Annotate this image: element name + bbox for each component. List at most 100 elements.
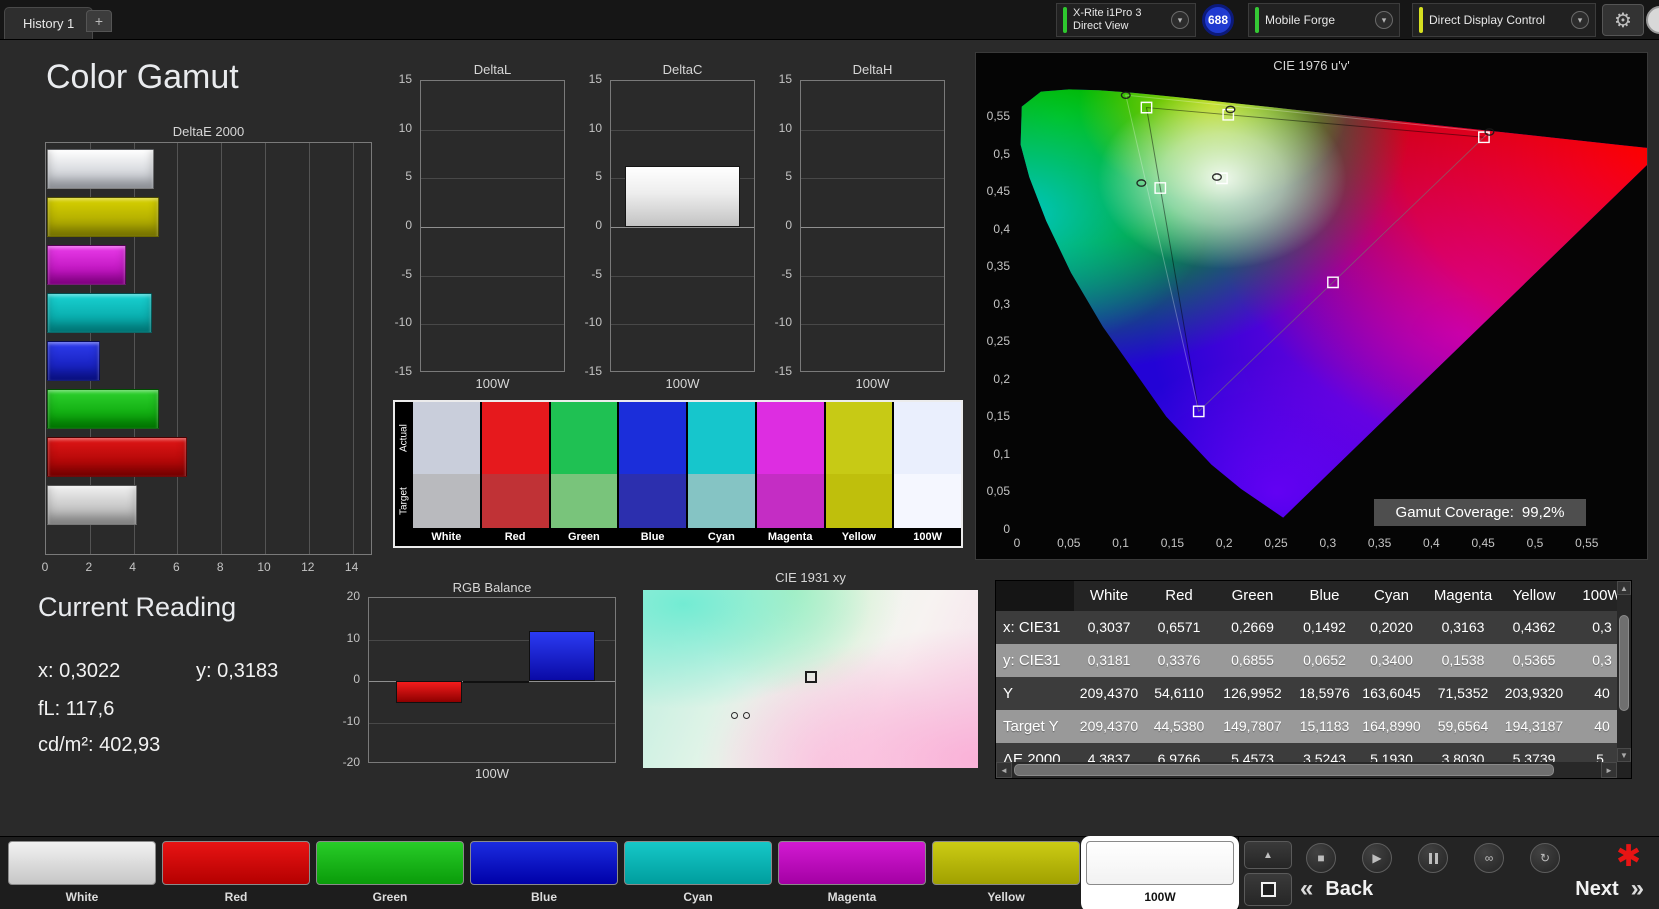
add-history-tab-button[interactable]: + xyxy=(86,10,112,32)
gridline xyxy=(801,178,944,180)
scroll-left-arrow[interactable]: ◄ xyxy=(996,762,1012,778)
actual-swatch xyxy=(619,402,686,474)
patch-button-blue[interactable]: Blue xyxy=(470,841,618,907)
chevron-down-icon[interactable]: ▾ xyxy=(1375,11,1393,29)
cell: 0,0652 xyxy=(1303,652,1346,668)
pattern-window-button[interactable] xyxy=(1244,873,1292,906)
cell: 0,3 xyxy=(1592,652,1612,668)
cell: 40 xyxy=(1594,718,1610,734)
cie1931-plot xyxy=(643,590,978,768)
axis-tick: 0,15 xyxy=(986,409,1010,424)
display-control-status-led xyxy=(1419,7,1423,33)
patch-button-100w[interactable]: 100W xyxy=(1086,841,1234,907)
patch-button-white[interactable]: White xyxy=(8,841,156,907)
infinity-icon: ∞ xyxy=(1484,851,1494,865)
top-bar: History 1 + X-Rite i1Pro 3 Direct View ▾… xyxy=(0,0,1659,40)
patch-button-magenta[interactable]: Magenta xyxy=(778,841,926,907)
gridline xyxy=(177,143,179,554)
gridline xyxy=(221,143,223,554)
display-control-selector[interactable]: Direct Display Control ▾ xyxy=(1412,3,1596,37)
scroll-down-arrow[interactable]: ▼ xyxy=(1617,748,1631,762)
target-swatch xyxy=(894,474,961,528)
cell: 0,4362 xyxy=(1512,619,1556,635)
patch-button-red[interactable]: Red xyxy=(162,841,310,907)
reading-x: x: 0,3022 xyxy=(38,660,121,682)
continuous-read-button[interactable]: ∞ xyxy=(1474,843,1504,873)
chevrons-right-icon: » xyxy=(1630,875,1644,902)
up-chevron-icon: ▲ xyxy=(1263,849,1273,861)
vertical-scroll-thumb[interactable] xyxy=(1619,615,1629,711)
cell: 0,1492 xyxy=(1303,619,1346,635)
vertical-scrollbar[interactable]: ▲ ▼ xyxy=(1617,581,1631,762)
next-button[interactable]: Next » xyxy=(1575,875,1644,902)
gridline xyxy=(421,227,564,228)
gear-icon: ⚙ xyxy=(1614,9,1632,32)
horizontal-scrollbar[interactable]: ◄ ► xyxy=(996,762,1617,778)
patch-label: Yellow xyxy=(987,890,1025,904)
scroll-up-arrow[interactable]: ▲ xyxy=(1617,581,1631,595)
patch-button-cyan[interactable]: Cyan xyxy=(624,841,772,907)
target-swatch xyxy=(688,474,755,528)
stop-button[interactable]: ■ xyxy=(1306,843,1336,873)
patch-button-yellow[interactable]: Yellow xyxy=(932,841,1080,907)
target-swatch xyxy=(756,474,824,528)
axis-tick: -20 xyxy=(342,755,360,769)
cell: 54,6110 xyxy=(1154,685,1204,701)
axis-tick: 0 xyxy=(405,218,412,232)
play-button[interactable]: ▶ xyxy=(1362,843,1392,873)
patch-label: Green xyxy=(372,890,408,904)
cell: 0,3400 xyxy=(1370,652,1413,668)
patch-label: Red xyxy=(224,890,248,904)
cell: 0,3376 xyxy=(1157,652,1201,668)
gridline xyxy=(611,227,754,228)
scroll-right-arrow[interactable]: ► xyxy=(1601,762,1617,778)
settings-button[interactable]: ⚙ xyxy=(1602,4,1644,36)
expand-panel-button[interactable]: ▲ xyxy=(1244,841,1292,869)
cell: 164,8990 xyxy=(1362,718,1421,734)
actual-row-label: Actual xyxy=(398,424,410,452)
back-button[interactable]: « Back xyxy=(1300,875,1373,902)
refresh-button[interactable]: ↻ xyxy=(1530,843,1560,873)
wizard-nav: « Back Next » xyxy=(1300,873,1644,905)
next-label: Next xyxy=(1575,877,1619,900)
deltah-y-axis: 15 10 5 0 -5 -10 -15 xyxy=(762,72,796,378)
col-header-blue: Blue xyxy=(1309,587,1340,604)
meter-mode: Direct View xyxy=(1073,20,1129,32)
chevrons-left-icon: « xyxy=(1300,875,1314,902)
cie1931-title: CIE 1931 xy xyxy=(775,570,846,585)
cell: 18,5976 xyxy=(1299,685,1350,701)
source-status-led xyxy=(1255,7,1259,33)
meter-selector[interactable]: X-Rite i1Pro 3 Direct View ▾ xyxy=(1056,3,1196,37)
chevron-down-icon[interactable]: ▾ xyxy=(1571,11,1589,29)
gridline xyxy=(611,324,754,326)
axis-tick: -15 xyxy=(584,364,602,378)
axis-tick: 5 xyxy=(595,169,602,184)
target-swatch xyxy=(481,474,549,528)
app-menu-icon[interactable] xyxy=(1646,6,1659,34)
pattern-source-selector[interactable]: Mobile Forge ▾ xyxy=(1248,3,1400,37)
axis-tick: 0,45 xyxy=(986,184,1010,199)
gridline xyxy=(611,275,754,277)
deltac-x-label: 100W xyxy=(665,376,700,391)
chevron-down-icon[interactable]: ▾ xyxy=(1171,11,1189,29)
window-icon xyxy=(1260,882,1276,897)
col-header-red: Red xyxy=(1165,587,1193,604)
deltaC-bar xyxy=(625,165,740,227)
target-row-label: Target xyxy=(398,487,410,515)
measuring-indicator-icon: ✱ xyxy=(1616,840,1642,873)
rgb-balance-x-label: 100W xyxy=(475,766,509,781)
pause-button[interactable] xyxy=(1418,843,1448,873)
actual-swatch xyxy=(481,402,549,474)
patch-button-green[interactable]: Green xyxy=(316,841,464,907)
axis-tick: 8 xyxy=(216,560,224,574)
measurement-count-badge[interactable]: 688 xyxy=(1202,4,1234,36)
axis-tick: 0,35 xyxy=(986,259,1010,274)
patch-color xyxy=(470,841,618,885)
deltae-bar-100w xyxy=(47,485,137,525)
gridline xyxy=(801,227,944,228)
gamut-coverage-value: 99,2% xyxy=(1521,504,1565,521)
cell: 0,3181 xyxy=(1087,652,1131,668)
gridline xyxy=(801,324,944,326)
horizontal-scroll-thumb[interactable] xyxy=(1014,764,1554,776)
history-tab[interactable]: History 1 xyxy=(4,7,94,39)
